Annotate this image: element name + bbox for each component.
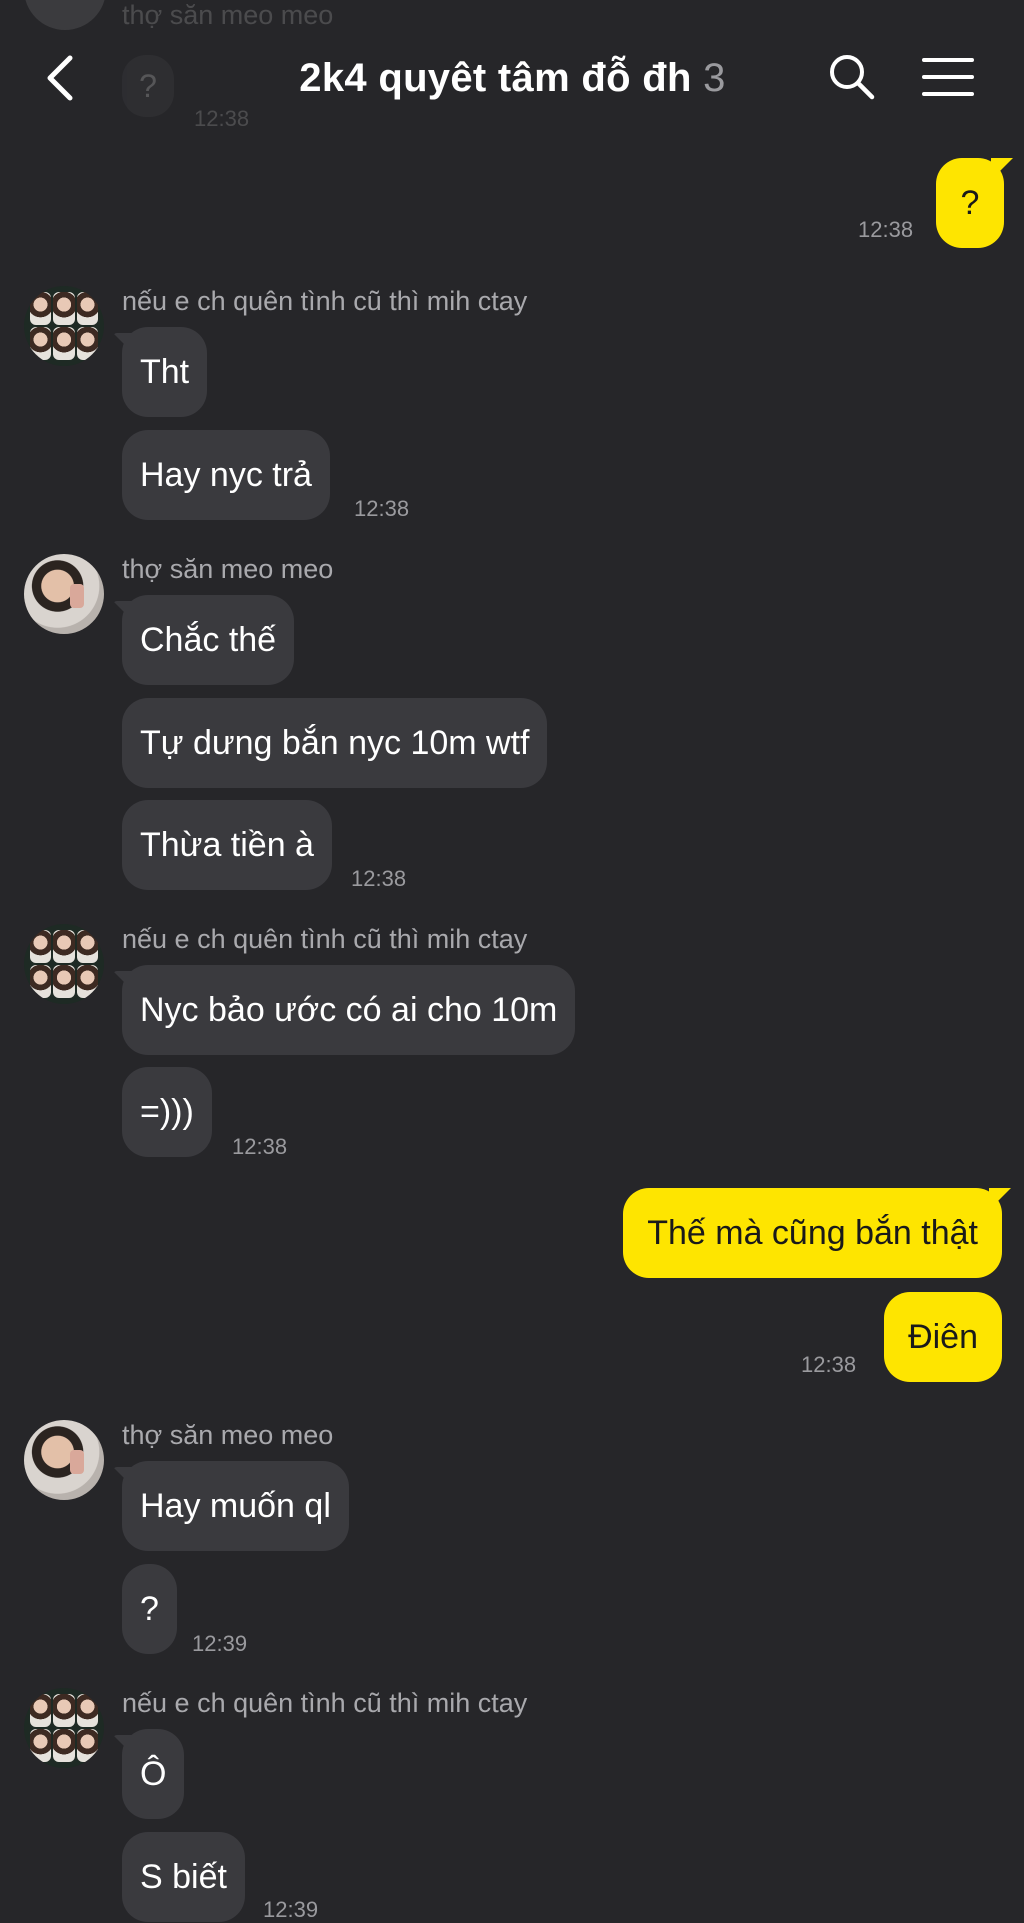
sender-name: nếu e ch quên tình cũ thì mih ctay (122, 1688, 528, 1718)
faded-message-timestamp: 12:38 (194, 106, 250, 131)
sender-avatar[interactable] (24, 924, 104, 1004)
sender-name: thợ săn meo meo (122, 1420, 334, 1450)
outgoing-message-bubble[interactable]: Thế mà cũng bắn thật (623, 1188, 1002, 1278)
member-count: 3 (703, 56, 726, 100)
sender-avatar[interactable] (24, 1420, 104, 1500)
incoming-message-bubble[interactable]: ? (122, 1564, 177, 1654)
message-timestamp: 12:38 (354, 496, 410, 521)
search-button[interactable] (825, 50, 879, 104)
faded-sender-name: thợ săn meo meo (122, 0, 334, 30)
incoming-message-bubble[interactable]: Tự dưng bắn nyc 10m wtf (122, 698, 548, 788)
incoming-message-bubble[interactable]: =))) (122, 1067, 212, 1157)
incoming-message-bubble[interactable]: Nyc bảo ước có ai cho 10m (122, 965, 576, 1055)
chat-title-text: 2k4 quyêt tâm đỗ đh (299, 56, 692, 100)
incoming-message-bubble[interactable]: Ô (122, 1729, 185, 1819)
incoming-message-bubble[interactable]: S biết (122, 1832, 245, 1922)
sender-avatar[interactable] (24, 1688, 104, 1768)
incoming-message-bubble[interactable]: Chắc thế (122, 595, 295, 685)
sender-avatar[interactable] (24, 554, 104, 634)
message-timestamp: 12:38 (858, 217, 914, 242)
chat-message-list[interactable]: ? 12:38 nếu e ch quên tình cũ thì mih ct… (0, 0, 1024, 1922)
back-button[interactable] (36, 48, 86, 108)
avatar-photo-detail (70, 1450, 84, 1474)
faded-message-bubble: ? (122, 55, 174, 117)
search-icon (830, 55, 875, 100)
hamburger-menu-icon (922, 58, 974, 96)
message-timestamp: 12:39 (263, 1897, 319, 1922)
outgoing-message-bubble[interactable]: Điên (884, 1292, 1002, 1382)
faded-sender-avatar (24, 0, 106, 30)
message-timestamp: 12:38 (232, 1134, 288, 1159)
sender-avatar[interactable] (24, 286, 104, 366)
chat-title[interactable]: 2k4 quyêt tâm đỗ đh 3 (200, 56, 825, 101)
outgoing-message-bubble[interactable]: ? (936, 158, 1004, 248)
sender-name: thợ săn meo meo (122, 554, 334, 584)
sender-name: nếu e ch quên tình cũ thì mih ctay (122, 924, 528, 954)
chat-header: thợ săn meo meo ? 12:38 2k4 quyêt tâm đỗ… (0, 0, 1024, 140)
chevron-left-icon (47, 55, 73, 101)
incoming-message-bubble[interactable]: Hay nyc trả (122, 430, 330, 520)
incoming-message-bubble[interactable]: Hay muốn ql (122, 1461, 349, 1551)
avatar-photo-detail (70, 584, 84, 608)
sender-name: nếu e ch quên tình cũ thì mih ctay (122, 286, 528, 316)
incoming-message-bubble[interactable]: Tht (122, 327, 208, 417)
message-timestamp: 12:38 (351, 866, 407, 891)
message-timestamp: 12:39 (192, 1631, 248, 1656)
incoming-message-bubble[interactable]: Thừa tiền à (122, 800, 332, 890)
menu-button[interactable] (920, 52, 976, 102)
message-timestamp: 12:38 (801, 1352, 857, 1377)
